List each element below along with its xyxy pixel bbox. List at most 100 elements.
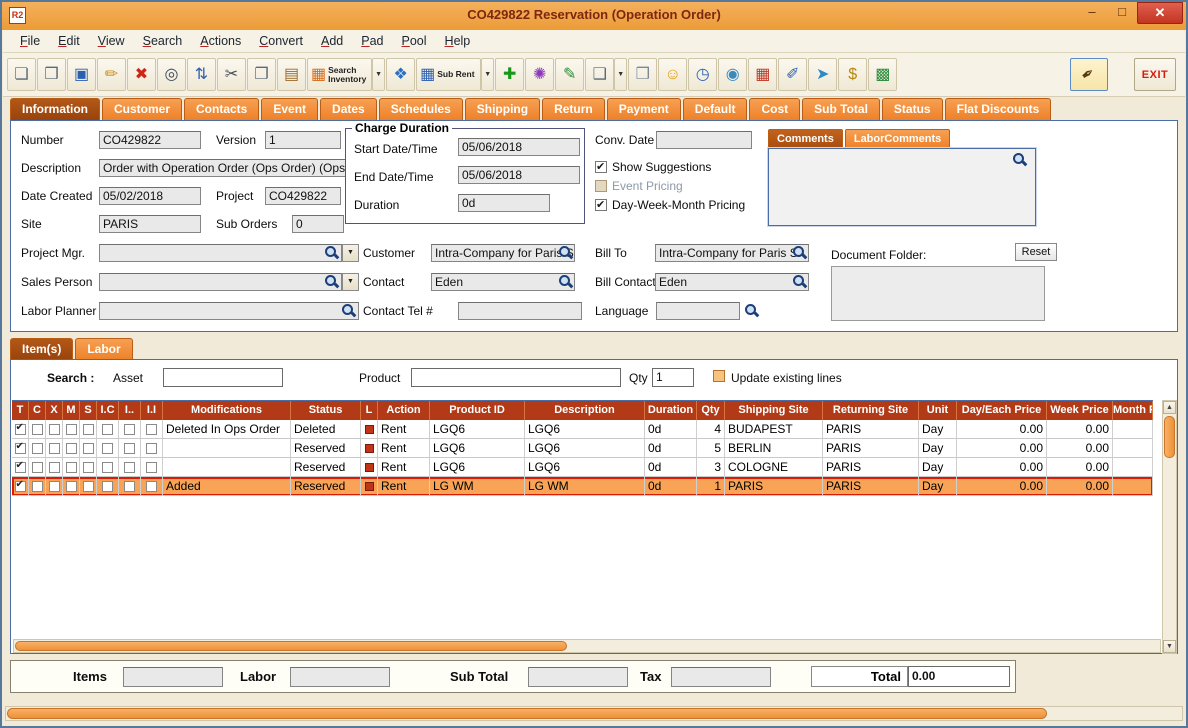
table-row[interactable]: AddedReservedRentLG WMLG WM0d1PARISPARIS… xyxy=(12,477,1153,496)
availability-button[interactable]: ▦ xyxy=(748,58,777,91)
project-mgr-search-icon[interactable] xyxy=(324,245,339,260)
bottom-scroll-thumb[interactable] xyxy=(7,708,1047,719)
row-checkbox[interactable] xyxy=(102,462,113,473)
tab-customer[interactable]: Customer xyxy=(102,98,182,120)
labor-planner-field[interactable] xyxy=(99,302,359,320)
menu-item-edit[interactable]: Edit xyxy=(49,30,89,52)
date-created-field[interactable]: 05/02/2018 xyxy=(99,187,201,205)
history-button[interactable]: ◷ xyxy=(688,58,717,91)
contact-search-icon[interactable] xyxy=(558,274,573,289)
row-checkbox[interactable] xyxy=(15,443,26,454)
project-mgr-dropdown[interactable]: ▼ xyxy=(342,244,359,262)
row-checkbox[interactable] xyxy=(49,481,60,492)
scroll-up-button[interactable]: ▲ xyxy=(1163,401,1176,414)
qty-field[interactable]: 1 xyxy=(652,368,694,387)
tab-payment[interactable]: Payment xyxy=(607,98,681,120)
duplicate-dropdown-button[interactable]: ▼ xyxy=(614,58,627,91)
row-checkbox[interactable] xyxy=(83,462,94,473)
tab-item-s[interactable]: Item(s) xyxy=(10,338,73,360)
vertical-scroll-thumb[interactable] xyxy=(1164,416,1175,458)
menu-item-pool[interactable]: Pool xyxy=(393,30,436,52)
menu-item-add[interactable]: Add xyxy=(312,30,352,52)
tab-schedules[interactable]: Schedules xyxy=(379,98,463,120)
row-checkbox[interactable] xyxy=(32,481,43,492)
bottom-scrollbar[interactable] xyxy=(5,706,1183,721)
row-checkbox[interactable] xyxy=(83,424,94,435)
import-export-button[interactable]: ⇅ xyxy=(187,58,216,91)
contact-tel-field[interactable] xyxy=(458,302,582,320)
menu-item-actions[interactable]: Actions xyxy=(191,30,250,52)
contact-field[interactable]: Eden xyxy=(431,273,575,291)
items-horizontal-scrollbar[interactable] xyxy=(13,639,1161,653)
save-button[interactable]: ▣ xyxy=(67,58,96,91)
tab-event[interactable]: Event xyxy=(261,98,318,120)
site-field[interactable]: PARIS xyxy=(99,215,201,233)
row-checkbox[interactable] xyxy=(66,462,77,473)
row-checkbox[interactable] xyxy=(15,462,26,473)
comments-search-icon[interactable] xyxy=(1012,152,1027,167)
row-checkbox[interactable] xyxy=(66,424,77,435)
tab-status[interactable]: Status xyxy=(882,98,943,120)
bill-contact-field[interactable]: Eden xyxy=(655,273,809,291)
row-checkbox[interactable] xyxy=(124,462,135,473)
show-suggestions-checkbox[interactable] xyxy=(595,161,607,173)
row-checkbox[interactable] xyxy=(15,481,26,492)
search-inventory-button[interactable]: ▦Search Inventory xyxy=(307,58,372,91)
row-checkbox[interactable] xyxy=(83,443,94,454)
row-checkbox[interactable] xyxy=(49,462,60,473)
menu-item-help[interactable]: Help xyxy=(436,30,480,52)
day-week-month-pricing-checkbox[interactable] xyxy=(595,199,607,211)
tab-dates[interactable]: Dates xyxy=(320,98,377,120)
tab-sub-total[interactable]: Sub Total xyxy=(802,98,880,120)
customer-field[interactable]: Intra-Company for Paris Sh xyxy=(431,244,575,262)
row-checkbox[interactable] xyxy=(146,443,157,454)
table-row[interactable]: ReservedRentLGQ6LGQ60d3COLOGNEPARISDay0.… xyxy=(12,458,1153,477)
event-pricing-checkbox[interactable] xyxy=(595,180,607,192)
menu-item-search[interactable]: Search xyxy=(134,30,192,52)
tab-contacts[interactable]: Contacts xyxy=(184,98,259,120)
transfer-button[interactable]: ➤ xyxy=(808,58,837,91)
row-checkbox[interactable] xyxy=(32,424,43,435)
tab-laborcomments[interactable]: LaborComments xyxy=(845,129,950,148)
row-checkbox[interactable] xyxy=(32,443,43,454)
bill-contact-search-icon[interactable] xyxy=(792,274,807,289)
items-vertical-scrollbar[interactable]: ▲ ▼ xyxy=(1162,400,1177,654)
bill-to-field[interactable]: Intra-Company for Paris Sh xyxy=(655,244,809,262)
notes-button[interactable]: ✐ xyxy=(778,58,807,91)
inventory-button[interactable]: ▩ xyxy=(868,58,897,91)
number-field[interactable]: CO429822 xyxy=(99,131,201,149)
duplicate-button[interactable]: ❑ xyxy=(585,58,614,91)
cut-button[interactable]: ✂ xyxy=(217,58,246,91)
menu-item-pad[interactable]: Pad xyxy=(352,30,392,52)
tab-comments[interactable]: Comments xyxy=(768,129,843,148)
duration-field[interactable]: 0d xyxy=(458,194,550,212)
edit-note-button[interactable]: ✎ xyxy=(555,58,584,91)
horizontal-scroll-thumb[interactable] xyxy=(15,641,567,651)
media-button[interactable]: ◉ xyxy=(718,58,747,91)
sales-person-search-icon[interactable] xyxy=(324,274,339,289)
bill-to-search-icon[interactable] xyxy=(792,245,807,260)
row-checkbox[interactable] xyxy=(124,443,135,454)
sales-person-dropdown[interactable]: ▼ xyxy=(342,273,359,291)
row-checkbox[interactable] xyxy=(32,462,43,473)
close-button[interactable]: ✕ xyxy=(1137,2,1183,24)
product-field[interactable] xyxy=(411,368,621,387)
table-row[interactable]: ReservedRentLGQ6LGQ60d5BERLINPARISDay0.0… xyxy=(12,439,1153,458)
add-button[interactable]: ✚ xyxy=(495,58,524,91)
sub-rent-button[interactable]: ▦Sub Rent xyxy=(416,58,481,91)
tab-information[interactable]: Information xyxy=(10,98,100,120)
row-checkbox[interactable] xyxy=(102,424,113,435)
start-date-field[interactable]: 05/06/2018 xyxy=(458,138,580,156)
row-checkbox[interactable] xyxy=(102,481,113,492)
tab-flat-discounts[interactable]: Flat Discounts xyxy=(945,98,1052,120)
language-search-icon[interactable] xyxy=(744,303,759,318)
maximize-button[interactable]: □ xyxy=(1107,2,1137,24)
conv-date-field[interactable] xyxy=(656,131,752,149)
copy-button[interactable]: ❐ xyxy=(247,58,276,91)
sub-orders-field[interactable]: 0 xyxy=(292,215,344,233)
row-checkbox[interactable] xyxy=(66,443,77,454)
row-checkbox[interactable] xyxy=(49,443,60,454)
find-button[interactable]: ◎ xyxy=(157,58,186,91)
tab-return[interactable]: Return xyxy=(542,98,605,120)
comments-textarea[interactable] xyxy=(768,148,1036,226)
